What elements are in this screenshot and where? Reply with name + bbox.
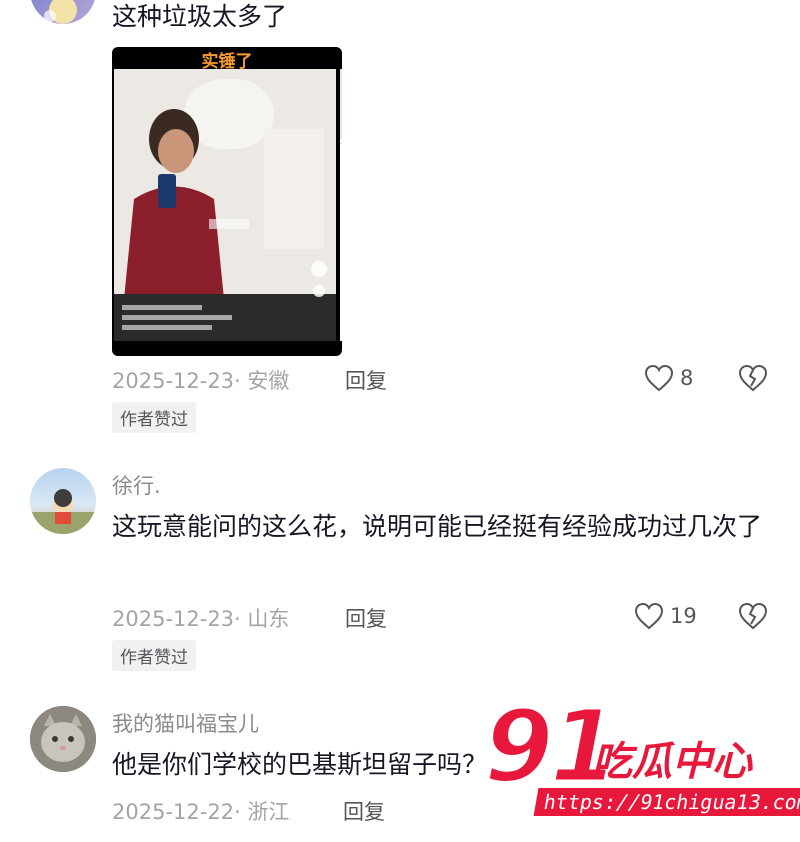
image-comment-screenshot (340, 69, 342, 341)
dislike-button[interactable] (738, 364, 768, 396)
comment-text: 他是你们学校的巴基斯坦留子吗？ (112, 750, 488, 779)
username[interactable]: 徐行. (112, 470, 161, 500)
author-liked-badge: 作者赞过 (112, 640, 196, 671)
avatar[interactable] (30, 0, 96, 24)
comment-date-location: 2025-12-23· 安徽 (112, 369, 290, 393)
avatar-image (30, 489, 96, 534)
like-button[interactable]: 19 (634, 602, 697, 630)
broken-heart-icon (738, 602, 768, 630)
reply-button[interactable]: 回复 (343, 796, 385, 826)
dislike-button[interactable] (738, 602, 768, 634)
comment-text: 这种垃圾太多了 (112, 2, 288, 31)
avatar[interactable] (30, 468, 96, 534)
comment-image-caption: 实锤了 (201, 52, 253, 72)
watermark-logo: 91 吃瓜中心 https://91chigua13.com (480, 690, 800, 836)
image-video-frame (114, 69, 336, 341)
watermark-name: 吃瓜中心 (592, 739, 752, 785)
comment-text: 这玩意能问的这么花，说明可能已经挺有经验成功过几次了 (112, 512, 763, 541)
broken-heart-icon (738, 364, 768, 392)
reply-button[interactable]: 回复 (345, 603, 387, 633)
comment-image[interactable]: 实锤了 (112, 47, 342, 356)
heart-icon (644, 364, 674, 392)
username[interactable]: 我的猫叫福宝儿 (112, 708, 259, 738)
comment-date-location: 2025-12-22· 浙江 (112, 800, 290, 824)
avatar-image (30, 706, 96, 772)
avatar[interactable] (30, 706, 96, 772)
like-count: 19 (670, 604, 697, 628)
like-button[interactable]: 8 (644, 364, 693, 392)
avatar-image (44, 0, 77, 24)
comment-date-location: 2025-12-23· 山东 (112, 607, 290, 631)
like-count: 8 (680, 366, 694, 390)
watermark-url: https://91chigua13.com (533, 788, 800, 816)
reply-button[interactable]: 回复 (345, 365, 387, 395)
heart-icon (634, 602, 664, 630)
author-liked-badge: 作者赞过 (112, 402, 196, 433)
